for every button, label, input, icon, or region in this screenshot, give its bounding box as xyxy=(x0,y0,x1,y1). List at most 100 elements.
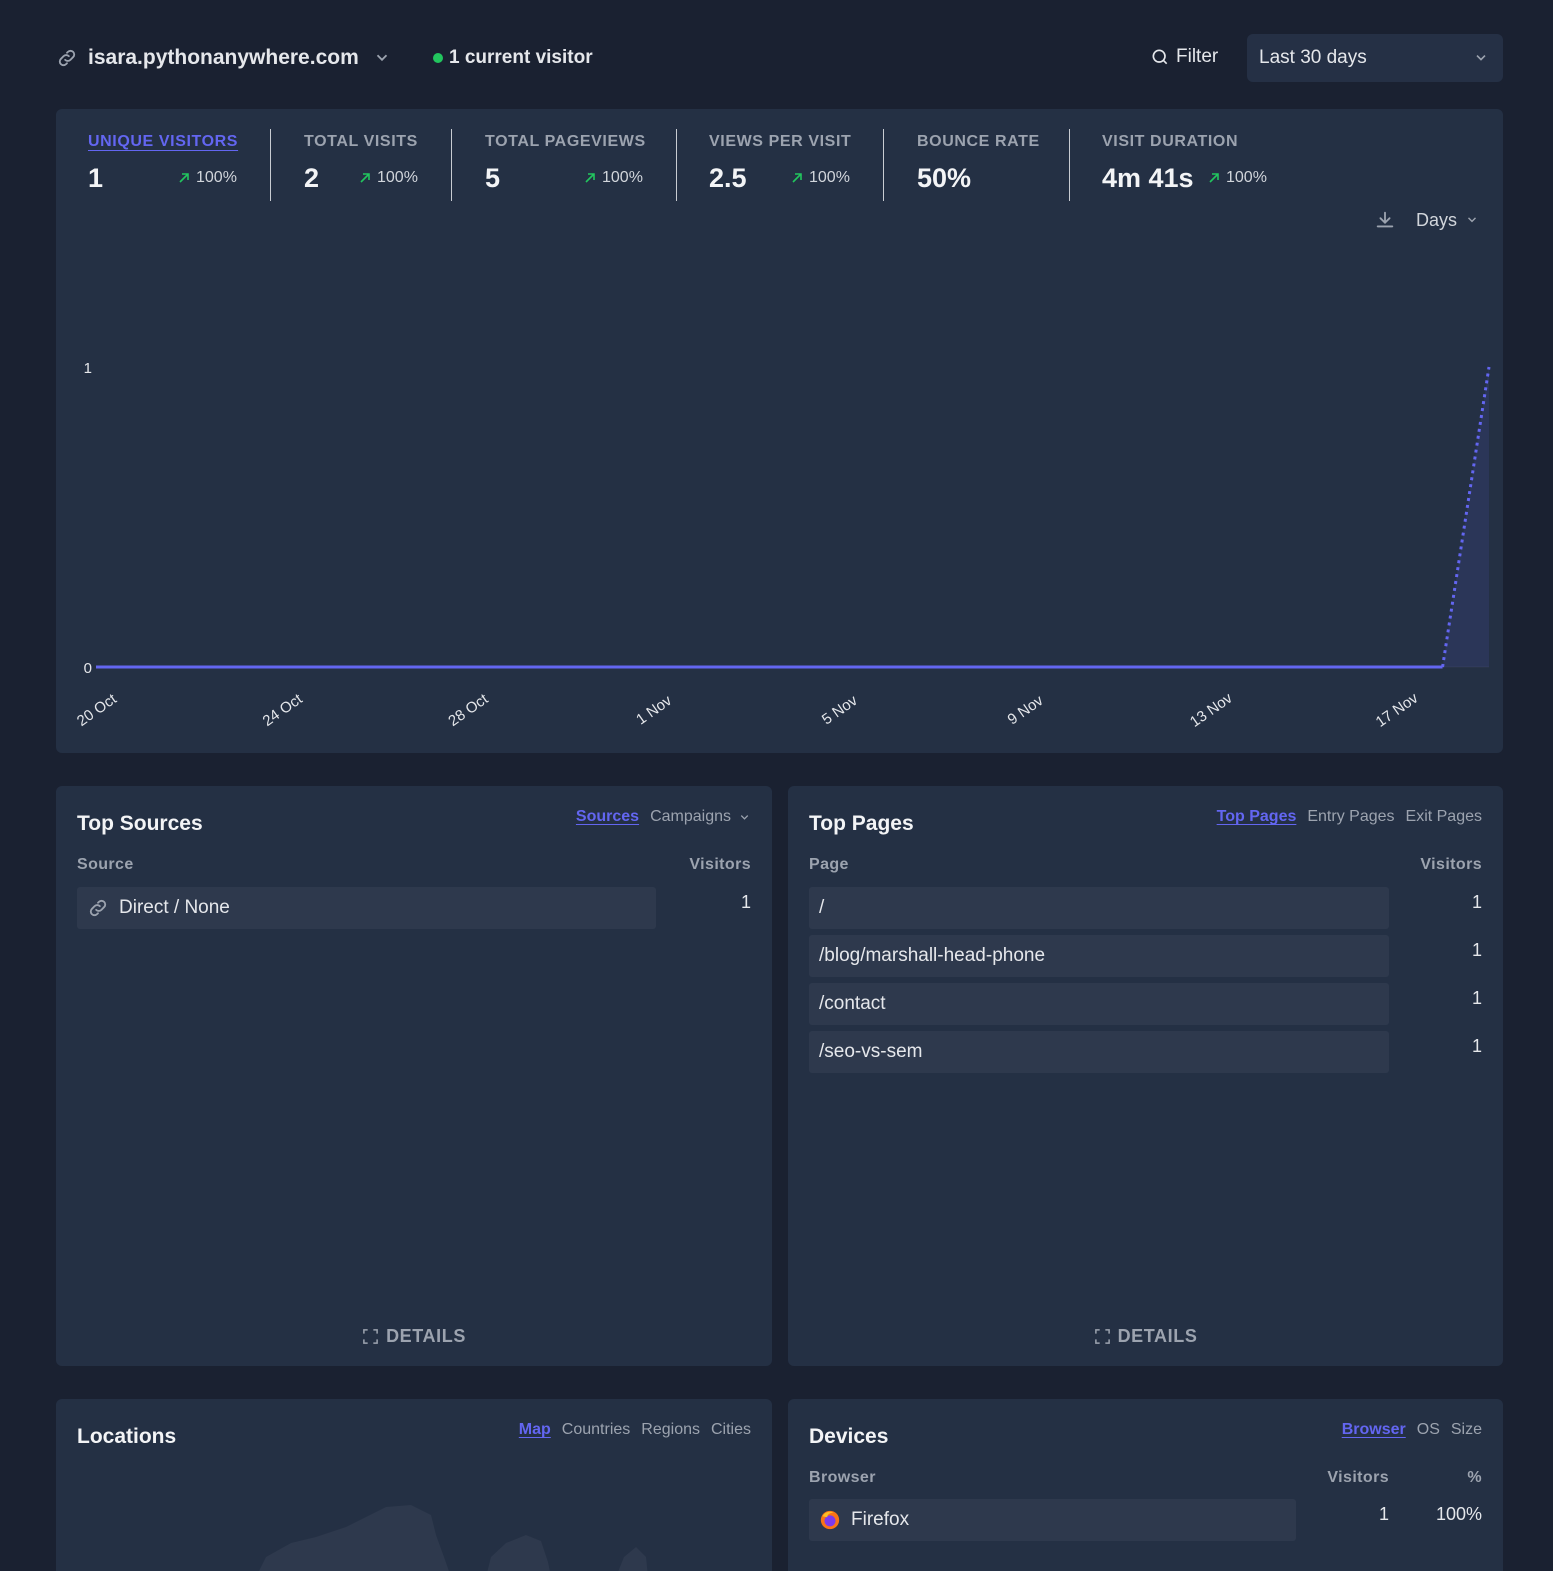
locations-tabs: Map Countries Regions Cities xyxy=(508,1421,751,1439)
x-tick-label: 5 Nov xyxy=(819,692,861,729)
page-visitors: 1 xyxy=(1471,1036,1482,1056)
browser-label: Firefox xyxy=(851,1509,910,1530)
page-visitors: 1 xyxy=(1471,892,1482,912)
panel-title: Locations xyxy=(77,1425,177,1448)
top-sources-card: Top Sources Sources Campaigns Source Vis… xyxy=(56,786,772,1366)
x-tick-label: 13 Nov xyxy=(1187,689,1236,730)
top-stats: UNIQUE VISITORS 1 100% TOTAL VISITS 2 10… xyxy=(56,129,1290,201)
visitors-line-chart[interactable]: 0 1 20 Oct 24 Oct 28 Oct 1 Nov 5 Nov 9 Nov 13 No… xyxy=(56,229,1503,753)
link-icon xyxy=(89,899,107,917)
stat-change-value: 100% xyxy=(1226,169,1267,186)
stat-unique-visitors[interactable]: UNIQUE VISITORS 1 100% xyxy=(56,129,271,201)
stat-change: 100% xyxy=(789,169,850,187)
stat-value: 4m 41s xyxy=(1102,163,1194,193)
top-bar: isara.pythonanywhere.com 1 current visit… xyxy=(56,34,1503,82)
chevron-down-icon xyxy=(1468,217,1476,223)
stat-value: 2.5 xyxy=(709,163,747,193)
interval-label: Days xyxy=(1415,209,1457,230)
map-land-asia xyxy=(618,1547,648,1571)
column-header-browser: Browser xyxy=(809,1469,876,1486)
map-land-europe xyxy=(487,1535,550,1571)
filter-button[interactable]: Filter xyxy=(1150,46,1218,68)
tab-exit-pages[interactable]: Exit Pages xyxy=(1406,808,1482,826)
stat-views-per-visit[interactable]: VIEWS PER VISIT 2.5 100% xyxy=(677,129,884,201)
column-header-source: Source xyxy=(77,856,134,873)
interval-picker[interactable]: Days xyxy=(1416,210,1479,231)
list-item[interactable]: Direct / None xyxy=(77,887,656,929)
tab-campaigns[interactable]: Campaigns xyxy=(650,808,731,826)
download-icon[interactable] xyxy=(1374,209,1396,231)
stat-value: 1 xyxy=(88,163,104,193)
tab-entry-pages[interactable]: Entry Pages xyxy=(1307,808,1394,826)
stat-label: TOTAL PAGEVIEWS xyxy=(485,133,646,150)
page-label: /seo-vs-sem xyxy=(819,1041,923,1062)
list-item[interactable]: /seo-vs-sem xyxy=(809,1031,1389,1073)
link-icon xyxy=(58,49,76,67)
expand-icon xyxy=(1094,1329,1110,1344)
list-item[interactable]: / xyxy=(809,887,1389,929)
current-visitors-label: 1 current visitor xyxy=(449,47,593,68)
x-tick-label: 20 Oct xyxy=(74,690,121,730)
tab-countries[interactable]: Countries xyxy=(562,1421,630,1439)
main-graph-card: UNIQUE VISITORS 1 100% TOTAL VISITS 2 10… xyxy=(56,109,1503,753)
stat-change: 100% xyxy=(357,169,418,187)
tab-size[interactable]: Size xyxy=(1451,1421,1482,1439)
tab-regions[interactable]: Regions xyxy=(641,1421,700,1439)
arrow-up-right-icon xyxy=(179,173,189,183)
stat-label: BOUNCE RATE xyxy=(917,133,1040,150)
panel-title: Top Pages xyxy=(809,812,914,835)
site-name[interactable]: isara.pythonanywhere.com xyxy=(88,46,359,70)
firefox-icon xyxy=(820,1510,840,1530)
site-switcher[interactable]: isara.pythonanywhere.com xyxy=(56,46,391,70)
column-header-percent: % xyxy=(1467,1469,1482,1486)
stat-total-pageviews[interactable]: TOTAL PAGEVIEWS 5 100% xyxy=(452,129,677,201)
pages-tabs: Top Pages Entry Pages Exit Pages xyxy=(1206,808,1482,826)
page-visitors: 1 xyxy=(1471,988,1482,1008)
tab-cities[interactable]: Cities xyxy=(711,1421,751,1439)
top-pages-card: Top Pages Top Pages Entry Pages Exit Pag… xyxy=(788,786,1503,1366)
details-label: DETAILS xyxy=(386,1326,466,1346)
chart-tools: Days xyxy=(1374,209,1479,231)
arrow-up-right-icon xyxy=(360,173,370,183)
list-item[interactable]: Firefox xyxy=(809,1499,1296,1541)
browser-percent: 100% xyxy=(1435,1504,1482,1524)
stat-label: VIEWS PER VISIT xyxy=(709,133,852,150)
world-map[interactable] xyxy=(196,1477,756,1571)
tab-map[interactable]: Map xyxy=(519,1421,551,1439)
stat-total-visits[interactable]: TOTAL VISITS 2 100% xyxy=(271,129,452,201)
stat-change-value: 100% xyxy=(377,169,418,186)
details-button[interactable]: DETAILS xyxy=(56,1326,772,1347)
column-header-visitors: Visitors xyxy=(689,856,751,873)
stat-label: VISIT DURATION xyxy=(1102,133,1239,150)
locations-card: Locations Map Countries Regions Cities xyxy=(56,1399,772,1571)
page-visitors: 1 xyxy=(1471,940,1482,960)
details-button[interactable]: DETAILS xyxy=(788,1326,1503,1347)
tab-os[interactable]: OS xyxy=(1417,1421,1440,1439)
stat-value: 5 xyxy=(485,163,501,193)
tab-browser[interactable]: Browser xyxy=(1342,1421,1406,1439)
tab-top-pages[interactable]: Top Pages xyxy=(1217,808,1297,826)
series-area xyxy=(1442,367,1489,667)
column-header-page: Page xyxy=(809,856,849,873)
list-item[interactable]: /blog/marshall-head-phone xyxy=(809,935,1389,977)
source-visitors: 1 xyxy=(740,892,751,912)
x-tick-label: 28 Oct xyxy=(445,690,492,730)
panel-title: Devices xyxy=(809,1425,889,1448)
stat-value: 50% xyxy=(917,163,972,193)
stat-change: 100% xyxy=(1206,169,1267,187)
tab-sources[interactable]: Sources xyxy=(576,808,639,826)
chevron-down-icon[interactable] xyxy=(738,811,751,824)
list-item[interactable]: /contact xyxy=(809,983,1389,1025)
y-tick-label: 1 xyxy=(84,360,92,377)
devices-card: Devices Browser OS Size Browser Visitors… xyxy=(788,1399,1503,1571)
stat-change-value: 100% xyxy=(196,169,237,186)
stat-label: TOTAL VISITS xyxy=(304,133,418,150)
stat-visit-duration[interactable]: VISIT DURATION 4m 41s 100% xyxy=(1070,129,1290,201)
x-tick-label: 9 Nov xyxy=(1005,692,1047,729)
stat-bounce-rate[interactable]: BOUNCE RATE 50% xyxy=(884,129,1070,201)
source-label: Direct / None xyxy=(119,897,230,918)
period-select[interactable]: Last 30 days xyxy=(1247,34,1503,82)
current-visitors[interactable]: 1 current visitor xyxy=(433,47,593,69)
x-tick-label: 1 Nov xyxy=(633,692,675,729)
chevron-down-icon[interactable] xyxy=(373,49,391,67)
